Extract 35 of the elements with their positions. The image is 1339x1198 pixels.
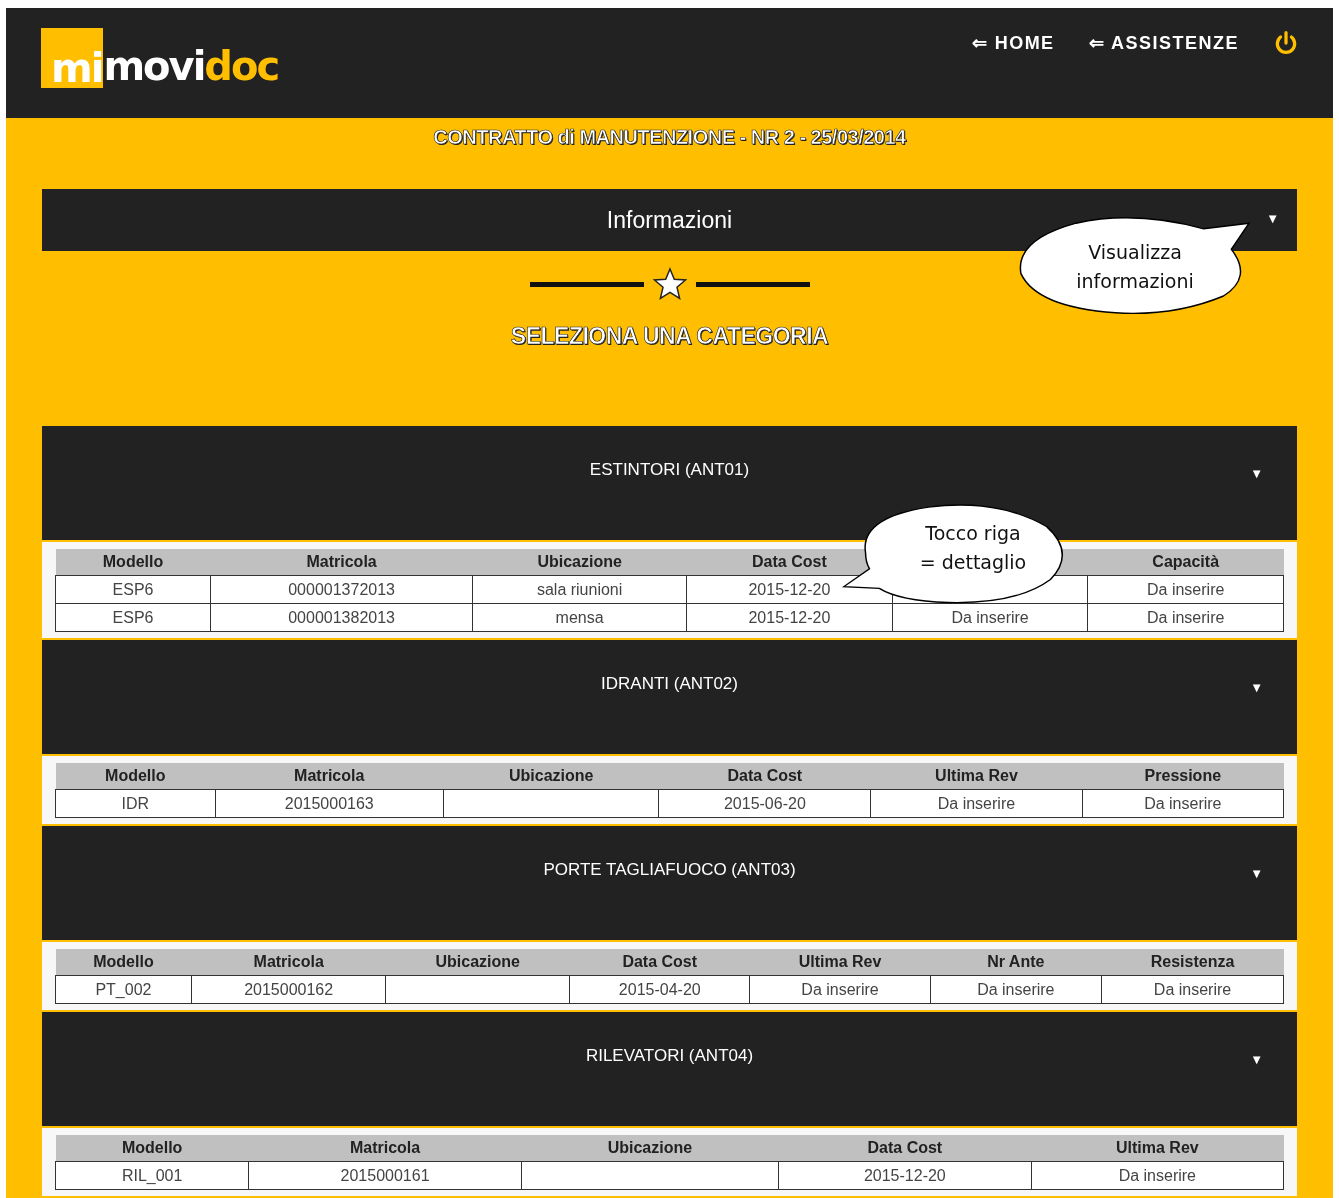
- column-header: Ultima Rev: [749, 949, 931, 976]
- column-header: Ultima Rev: [1031, 1135, 1284, 1162]
- caret-icon: ▼: [1266, 211, 1279, 226]
- section-title: SELEZIONA UNA CATEGORIA: [509, 323, 830, 350]
- column-header: Matricola: [248, 1135, 522, 1162]
- column-header: Ubicazione: [443, 763, 659, 790]
- category-title: ESTINTORI (ANT01): [589, 460, 750, 481]
- column-header: Nr Ante: [930, 949, 1102, 976]
- category-title: IDRANTI (ANT02): [601, 674, 738, 695]
- column-header: Modello: [55, 763, 216, 790]
- logo: mimovidoc: [41, 29, 279, 88]
- info-panel-title: Informazioni: [606, 206, 733, 234]
- column-header: Matricola: [210, 549, 473, 576]
- contract-title: CONTRATTO di MANUTENZIONE - NR 2 - 25/03/2014: [432, 126, 907, 149]
- category-title: RILEVATORI (ANT04): [585, 1046, 754, 1067]
- column-header: Data Cost: [569, 949, 750, 976]
- caret-icon: ▼: [1250, 680, 1263, 695]
- caret-icon: ▼: [1250, 866, 1263, 881]
- column-header: Capacità: [1087, 549, 1284, 576]
- caret-icon: ▼: [1250, 466, 1263, 481]
- column-header: Data Cost: [778, 1135, 1032, 1162]
- caret-icon: ▼: [1250, 1052, 1263, 1067]
- column-header: Modello: [55, 1135, 249, 1162]
- column-header: Pressione: [1082, 763, 1284, 790]
- column-header: Modello: [55, 949, 192, 976]
- column-header: Ubicazione: [472, 549, 687, 576]
- column-header: Ubicazione: [385, 949, 570, 976]
- column-header: Data Cost: [659, 763, 871, 790]
- column-header: Modello: [55, 549, 211, 576]
- column-header: Ubicazione: [521, 1135, 779, 1162]
- column-header: Matricola: [215, 763, 444, 790]
- column-header: Resistenza: [1101, 949, 1284, 976]
- column-header: Ultima Rev: [870, 763, 1083, 790]
- column-header: Matricola: [191, 949, 386, 976]
- category-title: PORTE TAGLIAFUOCO (ANT03): [543, 860, 796, 881]
